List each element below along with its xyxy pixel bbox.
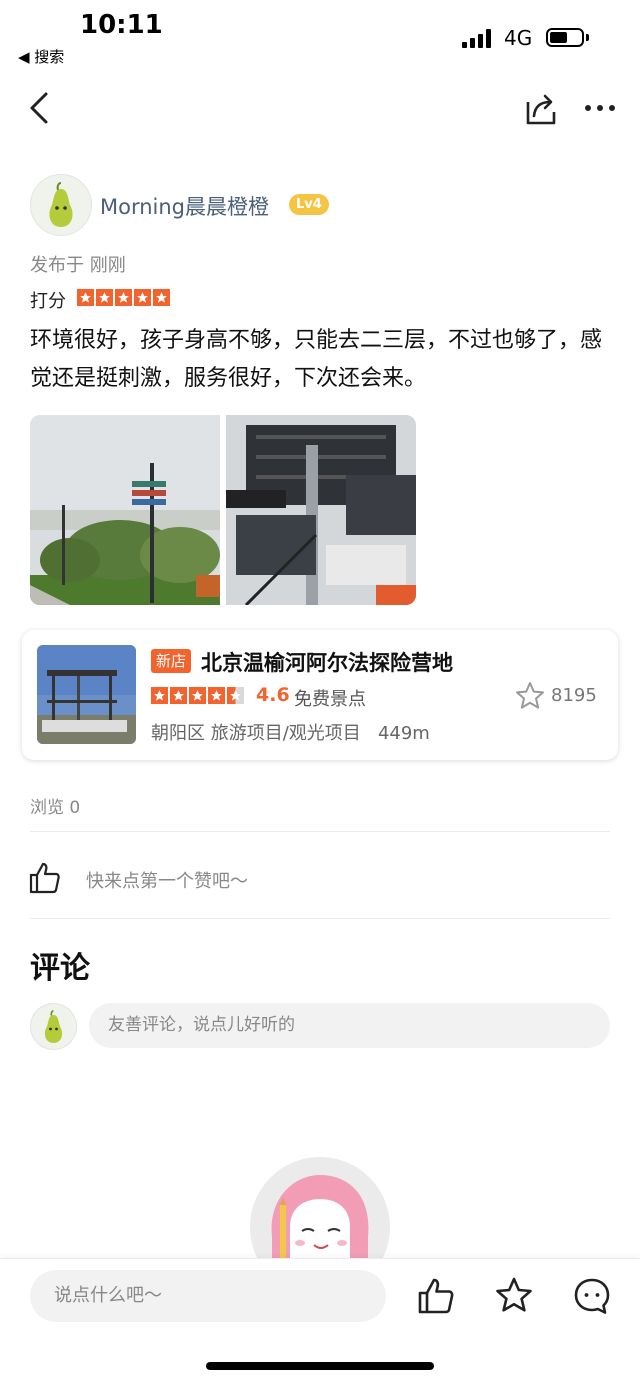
poi-score: 4.6 xyxy=(256,684,290,706)
thumbs-up-icon[interactable] xyxy=(28,861,62,895)
star-outline-icon[interactable] xyxy=(494,1276,534,1316)
author-name[interactable]: Morning晨晨橙橙 xyxy=(100,191,269,221)
star-icon xyxy=(189,687,206,704)
poi-name[interactable]: 北京温榆河阿尔法探险营地 xyxy=(201,647,453,677)
user-avatar xyxy=(30,1003,77,1050)
poi-fav-count: 8195 xyxy=(551,685,597,706)
thumbs-up-icon[interactable] xyxy=(416,1276,456,1316)
star-icon xyxy=(115,289,132,306)
poi-rating-stars xyxy=(151,687,244,704)
poi-price: 免费景点 xyxy=(294,689,366,710)
like-prompt: 快来点第一个赞吧～ xyxy=(86,871,248,892)
rating-label: 打分 xyxy=(30,291,66,312)
battery-tip xyxy=(586,34,589,41)
divider xyxy=(30,918,610,919)
review-photo[interactable] xyxy=(30,415,220,605)
signal-icon xyxy=(462,28,494,48)
comments-title: 评论 xyxy=(30,951,90,986)
level-badge: Lv4 xyxy=(289,194,329,215)
share-icon[interactable] xyxy=(520,88,560,128)
bottom-comment-input[interactable]: 说点什么吧～ xyxy=(30,1270,386,1322)
review-text: 环境很好，孩子身高不够，只能去二三层，不过也够了，感觉还是挺刺激，服务很好，下次… xyxy=(30,328,603,391)
chevron-left-icon[interactable] xyxy=(22,88,62,128)
back-to-app-link[interactable]: ◀ 搜索 xyxy=(18,46,64,67)
view-count: 浏览 0 xyxy=(30,798,81,818)
star-outline-icon[interactable] xyxy=(514,680,546,712)
star-icon xyxy=(151,687,168,704)
status-time: 10:11 xyxy=(80,10,163,40)
divider xyxy=(30,831,610,832)
comment-bubble-icon[interactable] xyxy=(572,1276,612,1316)
half-star-icon xyxy=(227,687,244,704)
star-icon xyxy=(208,687,225,704)
new-store-badge: 新店 xyxy=(151,649,192,673)
more-icon[interactable] xyxy=(580,88,620,128)
network-label: 4G xyxy=(504,26,533,50)
star-icon xyxy=(77,289,94,306)
star-icon xyxy=(96,289,113,306)
battery-icon xyxy=(546,28,584,47)
rating-stars xyxy=(77,289,170,306)
published-time: 发布于 刚刚 xyxy=(30,255,126,276)
review-photo[interactable] xyxy=(226,415,416,605)
poi-meta: 朝阳区 旅游项目/观光项目 449m xyxy=(151,723,430,744)
home-indicator xyxy=(206,1362,434,1370)
star-icon xyxy=(170,687,187,704)
author-avatar[interactable] xyxy=(30,174,92,236)
star-icon xyxy=(153,289,170,306)
comment-input[interactable]: 友善评论，说点儿好听的 xyxy=(89,1003,610,1048)
star-icon xyxy=(134,289,151,306)
poi-image[interactable] xyxy=(37,645,136,744)
